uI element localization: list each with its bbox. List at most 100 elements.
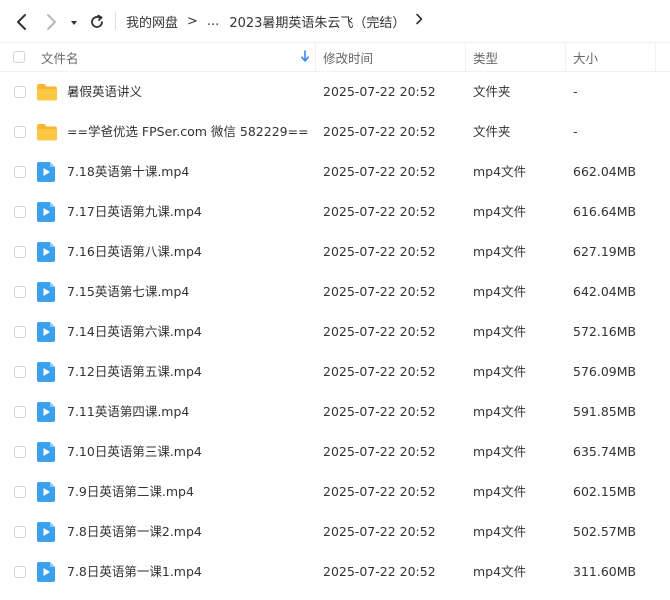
file-row[interactable]: 暑假英语讲义 2025-07-22 20:52 文件夹 - <box>0 72 670 112</box>
file-name[interactable]: 7.17日英语第九课.mp4 <box>67 192 202 232</box>
breadcrumb-root[interactable]: 我的网盘 <box>126 12 178 31</box>
file-modified: 2025-07-22 20:52 <box>323 404 436 419</box>
file-type: mp4文件 <box>473 364 527 379</box>
file-name[interactable]: 7.15英语第七课.mp4 <box>67 272 189 312</box>
video-file-icon <box>36 442 58 462</box>
file-type: mp4文件 <box>473 204 527 219</box>
column-divider <box>315 43 316 71</box>
column-header-type[interactable]: 类型 <box>473 43 498 71</box>
file-modified: 2025-07-22 20:52 <box>323 324 436 339</box>
file-row[interactable]: 7.18英语第十课.mp4 2025-07-22 20:52 mp4文件 662.04… <box>0 152 670 192</box>
breadcrumb-separator: > <box>187 13 198 29</box>
row-checkbox[interactable] <box>14 366 26 378</box>
sort-descending-icon[interactable] <box>300 50 310 66</box>
file-row[interactable]: 7.14日英语第六课.mp4 2025-07-22 20:52 mp4文件 572.1… <box>0 312 670 352</box>
file-name[interactable]: 7.10日英语第三课.mp4 <box>67 432 202 472</box>
toolbar-divider <box>115 12 116 30</box>
column-header-name[interactable]: 文件名 <box>41 43 79 71</box>
file-size: 311.60MB <box>573 564 637 579</box>
row-checkbox[interactable] <box>14 126 26 138</box>
video-file-icon <box>36 242 58 262</box>
file-size: 627.19MB <box>573 244 637 259</box>
file-row[interactable]: 7.11英语第四课.mp4 2025-07-22 20:52 mp4文件 591.85… <box>0 392 670 432</box>
file-row[interactable]: 7.8日英语第一课1.mp4 2025-07-22 20:52 mp4文件 311.6… <box>0 552 670 592</box>
file-size: 576.09MB <box>573 364 637 379</box>
dropdown-caret-icon[interactable] <box>66 12 82 34</box>
file-row[interactable]: 7.16日英语第八课.mp4 2025-07-22 20:52 mp4文件 627.1… <box>0 232 670 272</box>
video-file-icon <box>36 162 58 182</box>
folder-icon <box>36 82 58 102</box>
file-size: 616.64MB <box>573 204 637 219</box>
file-modified: 2025-07-22 20:52 <box>323 204 436 219</box>
file-size: 591.85MB <box>573 404 637 419</box>
file-row[interactable]: ==学爸优选 FPSer.com 微信 582229== 2025-07-22 2… <box>0 112 670 152</box>
file-modified: 2025-07-22 20:52 <box>323 524 436 539</box>
file-name[interactable]: 7.18英语第十课.mp4 <box>67 152 189 192</box>
video-file-icon <box>36 282 58 302</box>
file-name[interactable]: 7.8日英语第一课1.mp4 <box>67 552 202 592</box>
file-type: mp4文件 <box>473 324 527 339</box>
file-name[interactable]: 7.9日英语第二课.mp4 <box>67 472 194 512</box>
video-file-icon <box>36 482 58 502</box>
file-type: 文件夹 <box>473 84 511 99</box>
chevron-right-icon[interactable] <box>415 13 423 29</box>
file-size: 635.74MB <box>573 444 637 459</box>
file-type: mp4文件 <box>473 564 527 579</box>
select-all-checkbox[interactable] <box>13 51 25 63</box>
column-divider <box>655 43 656 71</box>
video-file-icon <box>36 562 58 582</box>
row-checkbox[interactable] <box>14 526 26 538</box>
refresh-icon[interactable] <box>86 11 108 33</box>
file-name[interactable]: 7.12日英语第五课.mp4 <box>67 352 202 392</box>
folder-icon <box>36 122 58 142</box>
file-size: - <box>573 124 578 139</box>
video-file-icon <box>36 362 58 382</box>
file-modified: 2025-07-22 20:52 <box>323 564 436 579</box>
video-file-icon <box>36 322 58 342</box>
row-checkbox[interactable] <box>14 326 26 338</box>
file-name[interactable]: 暑假英语讲义 <box>67 72 142 112</box>
row-checkbox[interactable] <box>14 166 26 178</box>
file-list: 暑假英语讲义 2025-07-22 20:52 文件夹 - ==学爸优选 FPSer.c… <box>0 72 670 592</box>
file-modified: 2025-07-22 20:52 <box>323 84 436 99</box>
file-modified: 2025-07-22 20:52 <box>323 244 436 259</box>
file-name[interactable]: 7.14日英语第六课.mp4 <box>67 312 202 352</box>
row-checkbox[interactable] <box>14 286 26 298</box>
row-checkbox[interactable] <box>14 566 26 578</box>
file-modified: 2025-07-22 20:52 <box>323 284 436 299</box>
row-checkbox[interactable] <box>14 246 26 258</box>
video-file-icon <box>36 522 58 542</box>
breadcrumb-current[interactable]: 2023暑期英语朱云飞（完结） <box>229 12 405 31</box>
row-checkbox[interactable] <box>14 486 26 498</box>
row-checkbox[interactable] <box>14 446 26 458</box>
column-header-modified[interactable]: 修改时间 <box>323 43 373 71</box>
file-name[interactable]: 7.16日英语第八课.mp4 <box>67 232 202 272</box>
breadcrumb-ellipsis[interactable]: ... <box>207 14 219 29</box>
forward-arrow-icon[interactable] <box>40 11 62 33</box>
file-size: 502.57MB <box>573 524 637 539</box>
file-name[interactable]: ==学爸优选 FPSer.com 微信 582229== <box>67 112 309 152</box>
file-type: mp4文件 <box>473 164 527 179</box>
file-size: 602.15MB <box>573 484 637 499</box>
file-size: - <box>573 84 578 99</box>
file-modified: 2025-07-22 20:52 <box>323 364 436 379</box>
file-row[interactable]: 7.9日英语第二课.mp4 2025-07-22 20:52 mp4文件 602.15… <box>0 472 670 512</box>
file-row[interactable]: 7.17日英语第九课.mp4 2025-07-22 20:52 mp4文件 616.6… <box>0 192 670 232</box>
row-checkbox[interactable] <box>14 406 26 418</box>
file-row[interactable]: 7.8日英语第一课2.mp4 2025-07-22 20:52 mp4文件 502.5… <box>0 512 670 552</box>
file-name[interactable]: 7.8日英语第一课2.mp4 <box>67 512 202 552</box>
file-modified: 2025-07-22 20:52 <box>323 124 436 139</box>
navigation-toolbar: 我的网盘 > ... 2023暑期英语朱云飞（完结） <box>0 0 670 42</box>
back-arrow-icon[interactable] <box>11 11 33 33</box>
column-divider <box>565 43 566 71</box>
file-row[interactable]: 7.12日英语第五课.mp4 2025-07-22 20:52 mp4文件 576.0… <box>0 352 670 392</box>
file-type: mp4文件 <box>473 524 527 539</box>
file-row[interactable]: 7.15英语第七课.mp4 2025-07-22 20:52 mp4文件 642.04… <box>0 272 670 312</box>
column-header-size[interactable]: 大小 <box>573 43 598 71</box>
file-modified: 2025-07-22 20:52 <box>323 164 436 179</box>
file-name[interactable]: 7.11英语第四课.mp4 <box>67 392 189 432</box>
row-checkbox[interactable] <box>14 86 26 98</box>
file-row[interactable]: 7.10日英语第三课.mp4 2025-07-22 20:52 mp4文件 635.7… <box>0 432 670 472</box>
video-file-icon <box>36 402 58 422</box>
row-checkbox[interactable] <box>14 206 26 218</box>
